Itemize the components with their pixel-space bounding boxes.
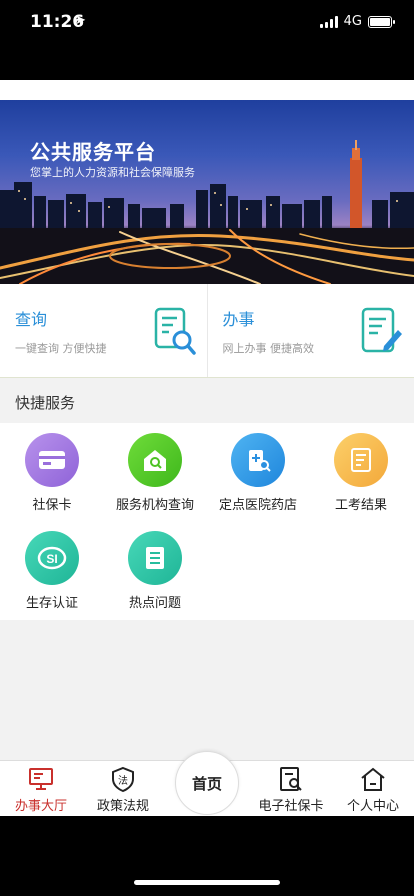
tower-building	[350, 140, 362, 230]
tab-e-social-card[interactable]: 电子社保卡	[250, 761, 332, 816]
service-label: 热点问题	[128, 596, 181, 611]
home-button[interactable]: 首页	[175, 751, 239, 815]
service-hot-questions[interactable]: 热点问题	[103, 521, 207, 616]
quick-services-title: 快捷服务	[15, 394, 76, 412]
tab-policy[interactable]: 法 政策法规	[82, 761, 164, 816]
query-card[interactable]: 查询 一键查询 方便快捷	[0, 284, 207, 377]
banner[interactable]: 公共服务平台 您掌上的人力资源和社会保障服务	[0, 100, 414, 284]
service-label: 生存认证	[25, 596, 78, 611]
service-survival-cert[interactable]: SI 生存认证	[0, 521, 104, 616]
tab-label: 办事大厅	[14, 799, 67, 814]
tab-label: 政策法规	[96, 799, 149, 814]
service-label: 服务机构查询	[115, 498, 194, 513]
query-card-title: 查询	[15, 310, 48, 329]
svg-text:SI: SI	[46, 552, 57, 566]
battery-icon	[368, 15, 395, 28]
si-logo-icon: SI	[25, 531, 79, 585]
hospital-search-icon	[231, 433, 285, 487]
service-label: 社保卡	[32, 498, 72, 513]
location-arrow-icon: ➤	[75, 13, 86, 28]
bottom-tab-bar: 办事大厅 法 政策法规 首页 电子社保卡 个人中心	[0, 751, 414, 816]
monitor-icon	[29, 768, 53, 790]
card-icon	[25, 433, 79, 487]
network-type: 4G	[343, 14, 362, 29]
tab-label: 电子社保卡	[258, 799, 324, 814]
service-hospital-pharmacy[interactable]: 定点医院药店	[206, 423, 310, 518]
doc-search-icon	[280, 767, 302, 791]
svg-text:法: 法	[118, 774, 128, 787]
service-social-card[interactable]: 社保卡	[0, 423, 104, 518]
service-exam-result[interactable]: 工考结果	[309, 423, 413, 518]
banner-title: 公共服务平台	[30, 140, 156, 164]
status-indicators: 4G	[319, 14, 395, 29]
document-search-icon	[154, 307, 196, 355]
app-screen: 公共服务平台 您掌上的人力资源和社会保障服务 查询 一键查询 方便快捷 办事 网…	[0, 80, 414, 816]
service-label: 工考结果	[334, 498, 387, 513]
home-search-icon	[128, 433, 182, 487]
handle-card-title: 办事	[222, 310, 255, 329]
home-indicator[interactable]	[134, 880, 280, 885]
house-outline-icon	[361, 767, 385, 791]
list-icon	[128, 531, 182, 585]
exam-result-icon	[334, 433, 388, 487]
banner-subtitle: 您掌上的人力资源和社会保障服务	[30, 166, 195, 179]
tab-personal-center[interactable]: 个人中心	[332, 761, 414, 816]
home-button-label: 首页	[191, 774, 222, 793]
tab-label: 个人中心	[346, 799, 399, 814]
action-cards: 查询 一键查询 方便快捷 办事 网上办事 便捷高效	[0, 284, 414, 378]
status-bar: 11:26 ➤ 4G	[0, 0, 414, 80]
signal-icon	[319, 15, 338, 28]
law-shield-icon: 法	[112, 766, 134, 793]
handle-card[interactable]: 办事 网上办事 便捷高效	[206, 284, 414, 377]
service-agency-query[interactable]: 服务机构查询	[103, 423, 207, 518]
document-edit-icon	[361, 307, 402, 353]
handle-card-desc: 网上办事 便捷高效	[222, 342, 315, 355]
city-skyline-image	[0, 140, 414, 284]
header-spacer	[0, 80, 414, 100]
tab-office-hall[interactable]: 办事大厅	[0, 761, 82, 816]
quick-services-grid: 社保卡 服务机构查询 定点医院药店 工考结果 SI 生存认证 热点问题	[0, 423, 414, 620]
service-label: 定点医院药店	[218, 498, 297, 513]
query-card-desc: 一键查询 方便快捷	[15, 342, 107, 355]
